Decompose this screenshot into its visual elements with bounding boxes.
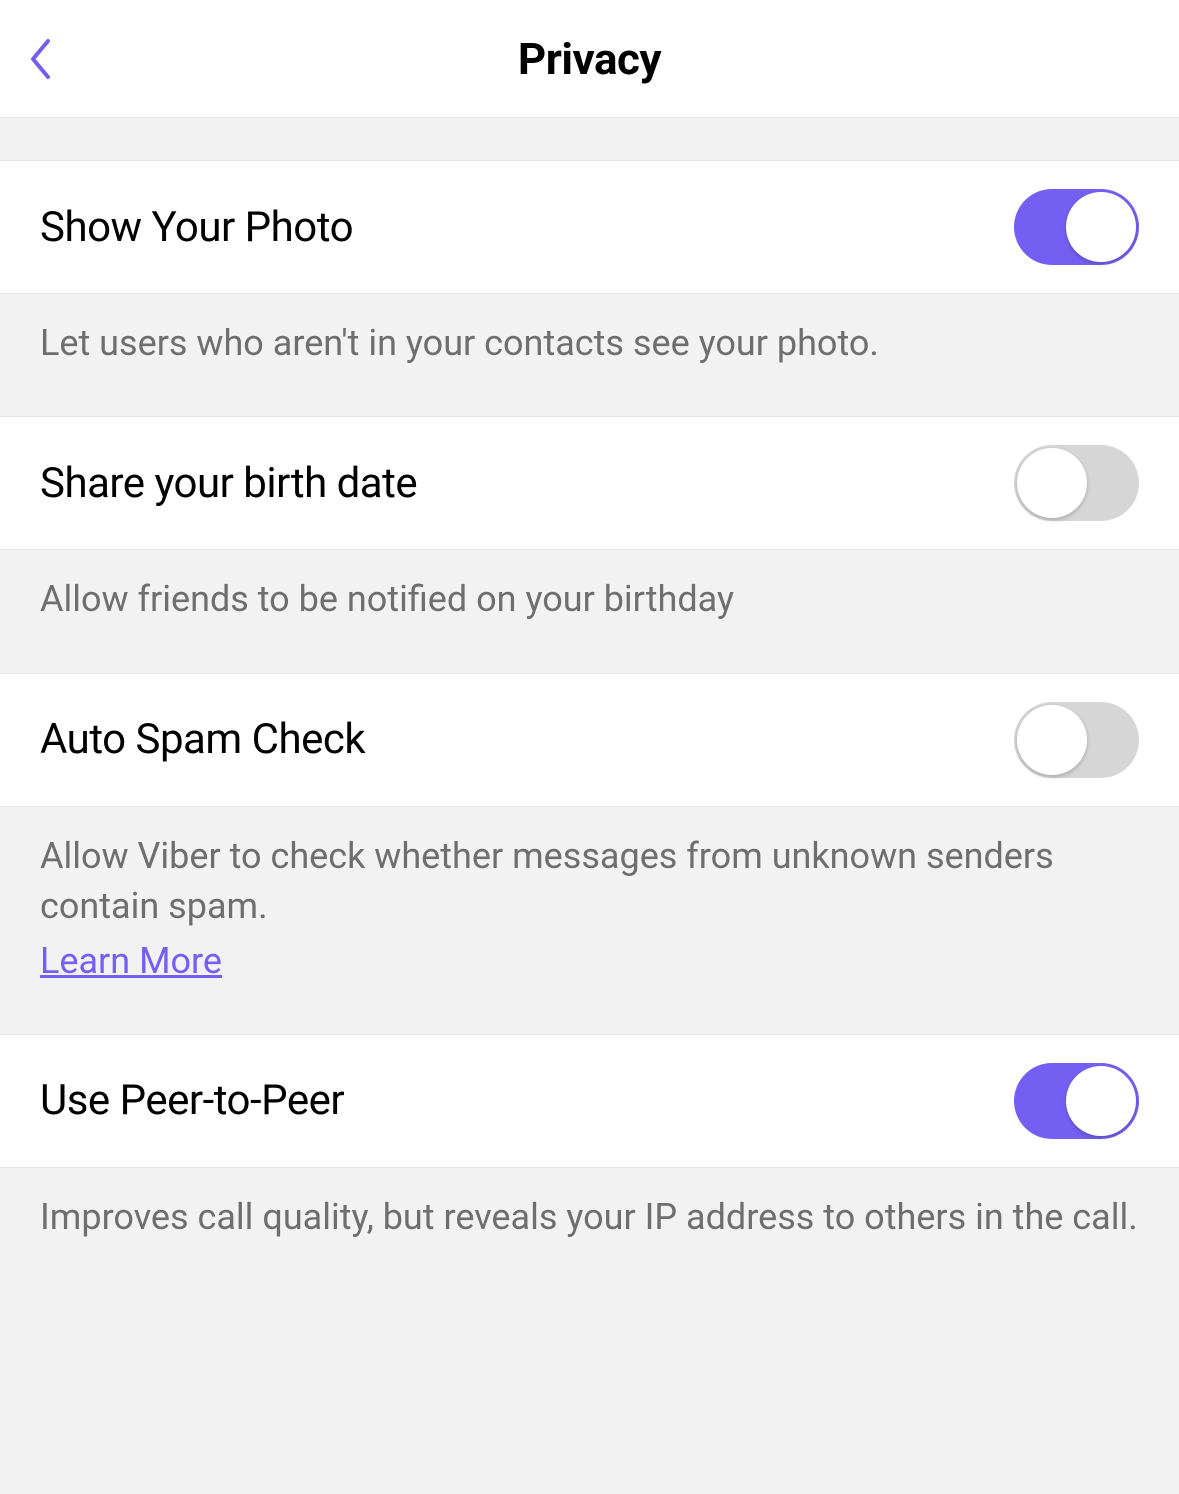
description-text: Allow friends to be notified on your bir… bbox=[40, 578, 734, 620]
toggle-knob bbox=[1066, 192, 1136, 262]
toggle-knob bbox=[1017, 448, 1087, 518]
setting-label: Auto Spam Check bbox=[40, 715, 365, 764]
setting-label: Show Your Photo bbox=[40, 203, 353, 252]
setting-description: Allow friends to be notified on your bir… bbox=[0, 550, 1179, 672]
learn-more-link[interactable]: Learn More bbox=[40, 936, 1139, 986]
toggle-peer-to-peer[interactable] bbox=[1014, 1063, 1139, 1139]
page-title: Privacy bbox=[0, 33, 1179, 85]
toggle-show-photo[interactable] bbox=[1014, 189, 1139, 265]
back-button[interactable] bbox=[20, 39, 60, 79]
setting-auto-spam-check: Auto Spam Check bbox=[0, 673, 1179, 807]
toggle-knob bbox=[1066, 1066, 1136, 1136]
section-spacer bbox=[0, 118, 1179, 160]
description-text: Improves call quality, but reveals your … bbox=[40, 1196, 1138, 1238]
toggle-share-birthdate[interactable] bbox=[1014, 445, 1139, 521]
toggle-auto-spam-check[interactable] bbox=[1014, 702, 1139, 778]
setting-label: Use Peer-to-Peer bbox=[40, 1076, 344, 1125]
setting-description: Allow Viber to check whether messages fr… bbox=[0, 807, 1179, 1034]
setting-label: Share your birth date bbox=[40, 459, 417, 508]
setting-share-birthdate: Share your birth date bbox=[0, 416, 1179, 550]
toggle-knob bbox=[1017, 705, 1087, 775]
setting-description: Let users who aren't in your contacts se… bbox=[0, 294, 1179, 416]
setting-description: Improves call quality, but reveals your … bbox=[0, 1168, 1179, 1290]
description-text: Let users who aren't in your contacts se… bbox=[40, 322, 879, 364]
description-text: Allow Viber to check whether messages fr… bbox=[40, 835, 1054, 927]
setting-peer-to-peer: Use Peer-to-Peer bbox=[0, 1034, 1179, 1168]
setting-show-photo: Show Your Photo bbox=[0, 160, 1179, 294]
chevron-left-icon bbox=[28, 38, 52, 80]
header: Privacy bbox=[0, 0, 1179, 118]
